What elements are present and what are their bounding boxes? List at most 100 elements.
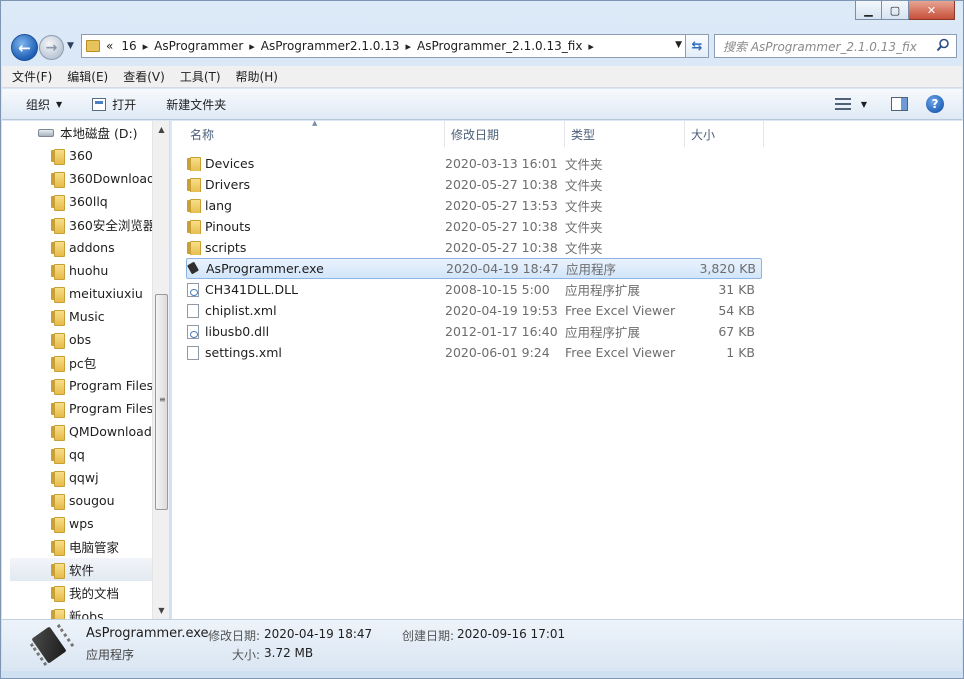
nav-item-selected[interactable]: 软件 <box>10 558 153 581</box>
file-name: scripts <box>205 240 247 255</box>
breadcrumb-overflow[interactable]: « <box>106 39 113 53</box>
nav-item[interactable]: Music <box>2 305 153 328</box>
drive-icon <box>38 128 54 137</box>
nav-item[interactable]: huohu <box>2 259 153 282</box>
nav-item[interactable]: addons <box>2 236 153 259</box>
nav-item[interactable]: QMDownload <box>2 420 153 443</box>
details-size-value: 3.72 MB <box>264 646 314 660</box>
maximize-button[interactable]: ▢ <box>882 1 909 20</box>
file-date: 2020-03-13 16:01 <box>445 156 558 171</box>
nav-item[interactable]: 电脑管家 <box>2 535 153 558</box>
menu-file[interactable]: 文件(F) <box>12 68 52 85</box>
breadcrumb-asprogrammer-fix[interactable]: AsProgrammer_2.1.0.13_fix <box>417 39 582 53</box>
help-icon[interactable]: ? <box>926 95 944 113</box>
nav-item[interactable]: meituxiuxiu <box>2 282 153 305</box>
menu-edit[interactable]: 编辑(E) <box>67 68 108 85</box>
menu-tools[interactable]: 工具(T) <box>180 68 221 85</box>
table-row-selected[interactable]: AsProgrammer.exe 2020-04-19 18:47 应用程序 3… <box>186 258 762 279</box>
folder-icon <box>50 562 65 579</box>
nav-item[interactable]: obs <box>2 328 153 351</box>
file-icon <box>187 345 199 360</box>
recent-pages-button[interactable]: ▼ <box>67 41 74 51</box>
nav-item[interactable]: Program Files <box>2 374 153 397</box>
table-row[interactable]: lang 2020-05-27 13:53 文件夹 <box>186 195 762 216</box>
scroll-down-icon[interactable]: ▼ <box>153 602 169 619</box>
address-dropdown-icon[interactable]: ▼ <box>675 40 682 50</box>
breadcrumb-separator-icon[interactable]: ▸ <box>406 40 412 53</box>
column-name[interactable]: ▲ 名称 <box>172 119 445 147</box>
open-button[interactable]: 打开 <box>92 96 136 113</box>
table-row[interactable]: CH341DLL.DLL 2008-10-15 5:00 应用程序扩展 31 K… <box>186 279 762 300</box>
details-modified-value: 2020-04-19 18:47 <box>264 627 373 641</box>
breadcrumb-asprogrammer-2-1-0-13[interactable]: AsProgrammer2.1.0.13 <box>261 39 400 53</box>
nav-item[interactable]: qq <box>2 443 153 466</box>
column-size[interactable]: 大小 <box>685 121 764 147</box>
search-input[interactable]: 搜索 AsProgrammer_2.1.0.13_fix <box>714 34 957 58</box>
breadcrumb-separator-icon[interactable]: ▸ <box>249 40 255 53</box>
nav-item[interactable]: qqwj <box>2 466 153 489</box>
organize-button[interactable]: 组织 ▼ <box>26 96 62 113</box>
folder-icon <box>50 516 65 533</box>
breadcrumb-asprogrammer[interactable]: AsProgrammer <box>154 39 243 53</box>
search-icon[interactable] <box>936 38 950 52</box>
nav-item[interactable]: wps <box>2 512 153 535</box>
view-controls: ▼ ? <box>834 95 944 113</box>
breadcrumb-16[interactable]: 16 <box>121 39 136 53</box>
navigation-pane[interactable]: 本地磁盘 (D:) 360 360Downloads 360llq 360安全浏… <box>2 121 170 619</box>
preview-pane-icon[interactable] <box>891 97 908 111</box>
file-size: 54 KB <box>718 303 755 318</box>
nav-item[interactable]: Program Files <box>2 397 153 420</box>
column-date[interactable]: 修改日期 <box>445 121 565 147</box>
table-row[interactable]: Pinouts 2020-05-27 10:38 文件夹 <box>186 216 762 237</box>
details-file-type: 应用程序 <box>86 648 135 662</box>
table-row[interactable]: scripts 2020-05-27 10:38 文件夹 <box>186 237 762 258</box>
breadcrumb-separator-icon[interactable]: ▸ <box>588 40 594 53</box>
new-folder-button[interactable]: 新建文件夹 <box>166 96 226 113</box>
table-row[interactable]: chiplist.xml 2020-04-19 19:53 Free Excel… <box>186 300 762 321</box>
file-list[interactable]: ▲ 名称 修改日期 类型 大小 Devices 2020-03-13 16:01… <box>172 119 963 619</box>
table-row[interactable]: Drivers 2020-05-27 10:38 文件夹 <box>186 174 762 195</box>
nav-item-label: addons <box>69 240 115 255</box>
menu-view[interactable]: 查看(V) <box>123 68 165 85</box>
menu-help[interactable]: 帮助(H) <box>236 68 278 85</box>
refresh-button[interactable]: ⇆ <box>685 34 709 58</box>
file-icon <box>187 303 199 318</box>
nav-drive-d[interactable]: 本地磁盘 (D:) <box>38 121 158 144</box>
back-button[interactable]: ← <box>11 34 38 61</box>
nav-item[interactable]: 360llq <box>2 190 153 213</box>
close-button[interactable]: ✕ <box>909 1 955 20</box>
minimize-button[interactable]: ▁ <box>855 1 882 20</box>
address-bar[interactable]: « 16 ▸ AsProgrammer ▸ AsProgrammer2.1.0.… <box>81 34 687 58</box>
scroll-thumb[interactable]: ≡ <box>155 294 168 510</box>
view-options-dropdown-icon[interactable]: ▼ <box>861 100 867 109</box>
folder-icon <box>50 539 65 556</box>
breadcrumb-separator-icon[interactable]: ▸ <box>143 40 149 53</box>
table-row[interactable]: libusb0.dll 2012-01-17 16:40 应用程序扩展 67 K… <box>186 321 762 342</box>
refresh-icon: ⇆ <box>691 38 703 54</box>
nav-item[interactable]: 360 <box>2 144 153 167</box>
open-label: 打开 <box>112 97 137 112</box>
folder-icon <box>50 447 65 464</box>
nav-scrollbar[interactable]: ▲ ≡ ▼ <box>152 121 169 619</box>
nav-item[interactable]: 360Downloads <box>2 167 153 190</box>
file-name: lang <box>205 198 232 213</box>
nav-item[interactable]: pc包 <box>2 351 153 374</box>
nav-item[interactable]: 新obs <box>2 604 153 619</box>
menu-bar: 文件(F) 编辑(E) 查看(V) 工具(T) 帮助(H) <box>2 66 962 88</box>
nav-item[interactable]: 360安全浏览器 <box>2 213 153 236</box>
folder-icon <box>50 585 65 602</box>
nav-item-label: 软件 <box>69 563 95 578</box>
organize-label: 组织 <box>26 97 51 112</box>
table-row[interactable]: Devices 2020-03-13 16:01 文件夹 <box>186 153 762 174</box>
nav-item[interactable]: 我的文档 <box>2 581 153 604</box>
file-size: 1 KB <box>726 345 755 360</box>
forward-button[interactable]: → <box>39 35 64 60</box>
file-name: Devices <box>205 156 255 171</box>
column-type[interactable]: 类型 <box>565 121 685 147</box>
table-row[interactable]: settings.xml 2020-06-01 9:24 Free Excel … <box>186 342 762 363</box>
file-name: chiplist.xml <box>205 303 277 318</box>
file-type: 应用程序扩展 <box>565 325 641 340</box>
scroll-up-icon[interactable]: ▲ <box>153 121 169 138</box>
change-view-icon[interactable] <box>834 98 851 110</box>
nav-item[interactable]: sougou <box>2 489 153 512</box>
